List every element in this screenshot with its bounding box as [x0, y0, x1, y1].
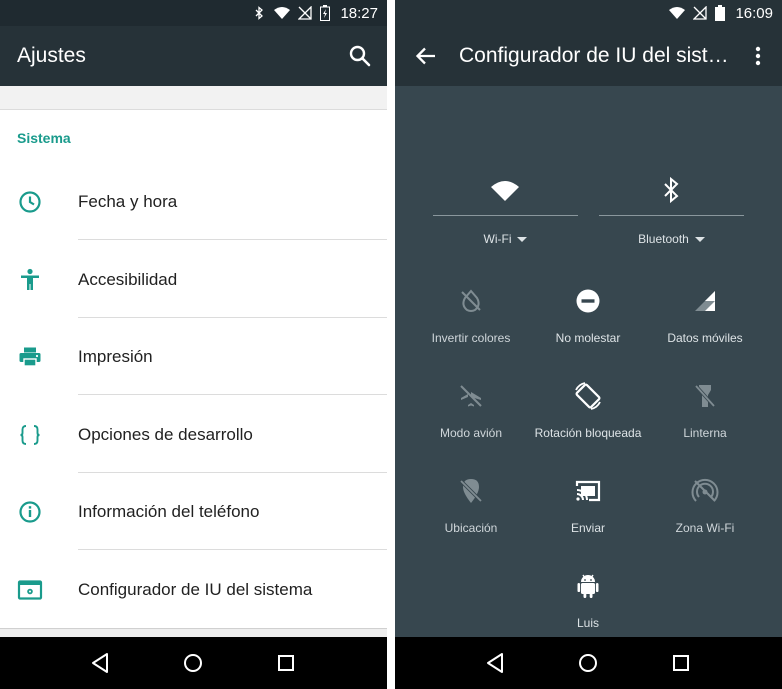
braces-icon — [20, 424, 40, 445]
clock-icon — [19, 190, 41, 213]
settings-item-printing[interactable]: Impresión — [0, 318, 387, 395]
qs-tile-label: Invertir colores — [431, 331, 511, 345]
rotation-lock-icon — [575, 382, 601, 410]
page-title: Ajustes — [17, 44, 86, 67]
back-arrow-icon[interactable] — [413, 43, 439, 69]
qs-tile-rotation-lock[interactable]: Rotación bloqueada — [528, 381, 648, 440]
settings-screen: 18:27 Ajustes Sistema Fecha y hora Acces… — [0, 0, 387, 689]
navigation-bar — [395, 637, 782, 689]
recents-nav-icon[interactable] — [274, 651, 298, 675]
qs-tile-label: Datos móviles — [667, 331, 743, 345]
system-ui-tuner-icon — [17, 579, 43, 600]
settings-item-date-time[interactable]: Fecha y hora — [0, 163, 387, 240]
card-divider — [0, 86, 387, 110]
settings-item-label: Impresión — [78, 346, 153, 366]
airplane-off-icon — [460, 385, 482, 407]
wifi-icon — [491, 181, 519, 201]
printer-icon — [19, 347, 41, 367]
wifi-signal-icon — [669, 7, 686, 19]
card-divider — [0, 628, 387, 637]
divider — [78, 549, 387, 550]
settings-item-developer-options[interactable]: Opciones de desarrollo — [0, 396, 387, 473]
section-header: Sistema — [17, 130, 71, 146]
battery-icon — [715, 5, 726, 21]
qs-tile-mobile-data[interactable]: Datos móviles — [655, 286, 755, 345]
settings-item-label: Fecha y hora — [78, 191, 178, 211]
qs-tile-label: Bluetooth — [599, 232, 744, 246]
overflow-menu-icon[interactable] — [748, 43, 768, 69]
qs-tile-wifi[interactable]: Wi-Fi — [433, 175, 578, 255]
bluetooth-icon — [255, 6, 264, 20]
qs-tile-user[interactable]: Luis — [538, 571, 638, 630]
qs-tile-label: Ubicación — [444, 521, 498, 535]
settings-item-label: Accesibilidad — [78, 269, 178, 289]
wifi-signal-icon — [274, 7, 291, 19]
battery-charging-icon — [320, 5, 331, 21]
screenshot-separator — [387, 0, 395, 689]
qs-tile-hotspot[interactable]: Zona Wi-Fi — [655, 476, 755, 535]
settings-item-label: Opciones de desarrollo — [78, 424, 253, 444]
info-icon — [19, 500, 41, 523]
location-off-icon — [459, 479, 483, 503]
status-bar: 16:09 — [395, 0, 782, 26]
qs-tile-label: Enviar — [570, 521, 605, 535]
settings-item-label: Configurador de IU del sistema — [78, 579, 313, 599]
divider — [599, 215, 744, 216]
qs-tile-label: Linterna — [683, 426, 727, 440]
status-bar: 18:27 — [0, 0, 387, 26]
invert-colors-off-icon — [461, 289, 481, 312]
qs-tile-label: Zona Wi-Fi — [675, 521, 735, 535]
qs-tile-label: Wi-Fi — [433, 232, 578, 246]
recents-nav-icon[interactable] — [669, 651, 693, 675]
back-nav-icon[interactable] — [89, 651, 113, 675]
dropdown-caret-icon — [694, 237, 705, 243]
no-signal-icon — [693, 6, 708, 20]
cast-icon — [575, 480, 601, 502]
divider — [78, 394, 387, 395]
app-bar: Ajustes — [0, 26, 387, 86]
status-clock: 16:09 — [735, 4, 773, 22]
page-title: Configurador de IU del sistema — [459, 44, 739, 67]
qs-tile-label: Rotación bloqueada — [534, 426, 642, 440]
bluetooth-icon — [664, 176, 679, 204]
qs-tile-cast[interactable]: Enviar — [538, 476, 638, 535]
home-nav-icon[interactable] — [181, 651, 205, 675]
navigation-bar — [0, 637, 387, 689]
app-bar: Configurador de IU del sistema — [395, 26, 782, 86]
dropdown-caret-icon — [517, 237, 528, 243]
no-signal-icon — [298, 6, 313, 20]
do-not-disturb-icon — [576, 289, 600, 313]
settings-item-label: Información del teléfono — [78, 501, 260, 521]
qs-tile-label: Modo avión — [439, 426, 503, 440]
cellular-signal-icon — [695, 291, 715, 311]
system-ui-tuner-screen: 16:09 Configurador de IU del sistema Wi-… — [395, 0, 782, 689]
qs-tile-airplane-mode[interactable]: Modo avión — [421, 381, 521, 440]
status-clock: 18:27 — [340, 4, 378, 22]
qs-tile-flashlight[interactable]: Linterna — [655, 381, 755, 440]
qs-tile-label: No molestar — [555, 331, 621, 345]
accessibility-icon — [21, 268, 39, 290]
qs-tile-label: Luis — [576, 616, 599, 630]
home-nav-icon[interactable] — [576, 651, 600, 675]
search-icon[interactable] — [347, 43, 373, 69]
settings-item-accessibility[interactable]: Accesibilidad — [0, 241, 387, 318]
settings-item-about-phone[interactable]: Información del teléfono — [0, 473, 387, 550]
qs-tile-invert-colors[interactable]: Invertir colores — [421, 286, 521, 345]
qs-tile-do-not-disturb[interactable]: No molestar — [538, 286, 638, 345]
divider — [433, 215, 578, 216]
hotspot-off-icon — [691, 478, 719, 502]
qs-tile-location[interactable]: Ubicación — [421, 476, 521, 535]
settings-item-system-ui-tuner[interactable]: Configurador de IU del sistema — [0, 551, 387, 628]
qs-tile-bluetooth[interactable]: Bluetooth — [599, 175, 744, 255]
android-user-icon — [577, 574, 599, 598]
divider — [78, 239, 387, 240]
flashlight-off-icon — [694, 384, 716, 408]
back-nav-icon[interactable] — [484, 651, 508, 675]
